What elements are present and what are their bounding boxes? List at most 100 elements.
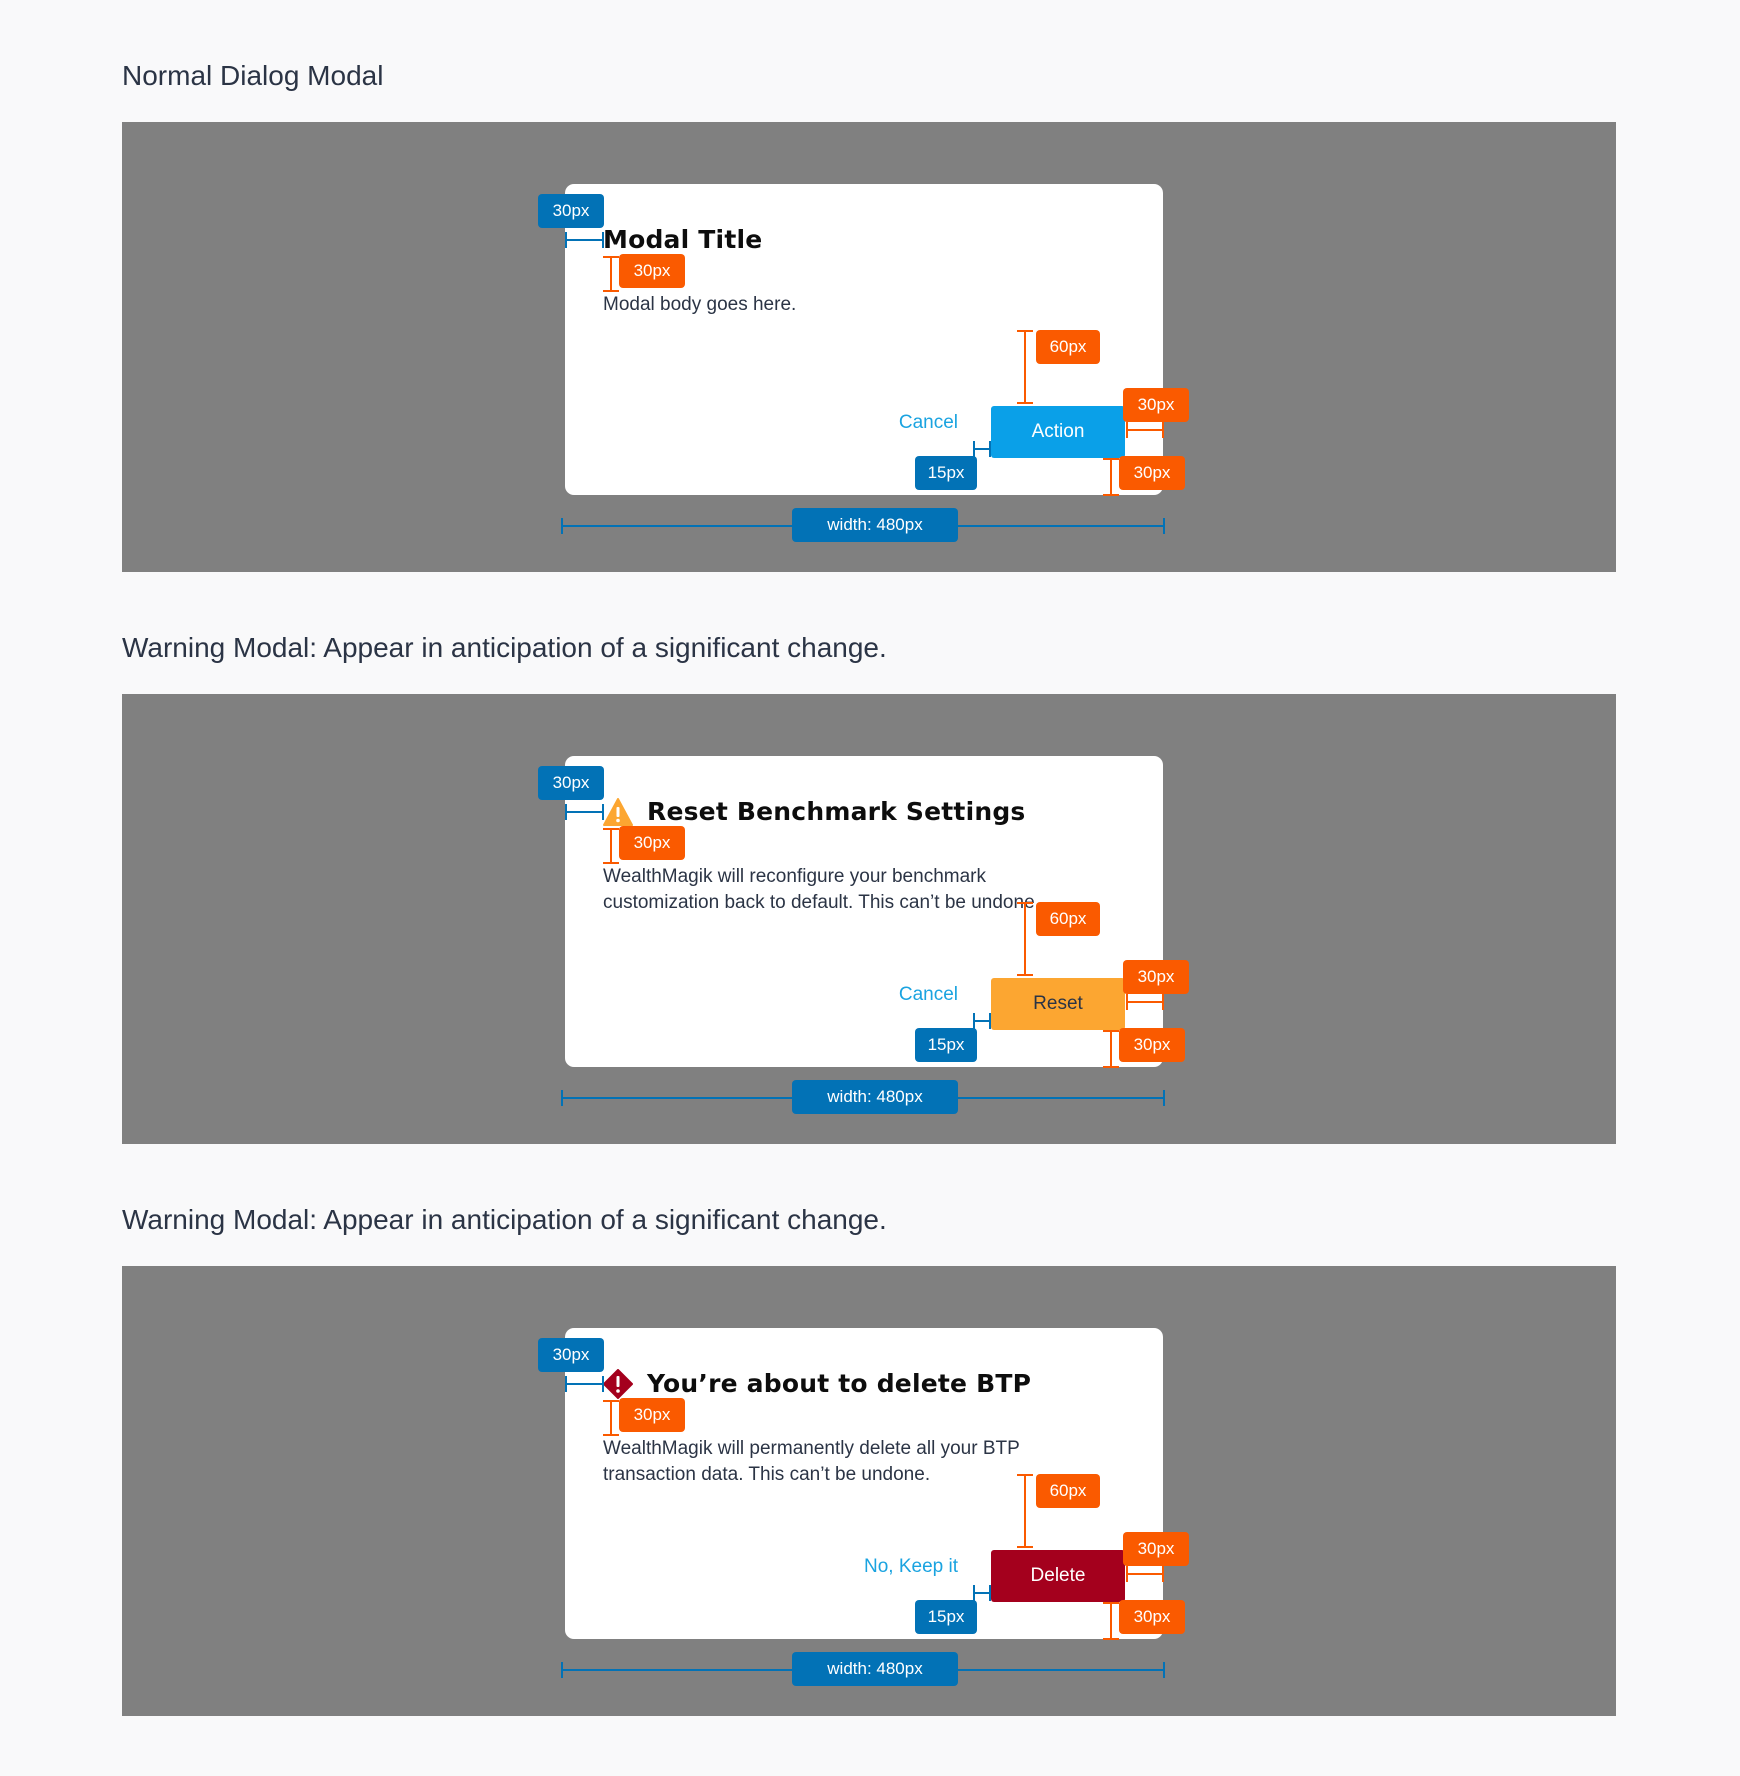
width-tag: width: 480px xyxy=(792,1652,958,1686)
title-gap-line xyxy=(610,828,612,864)
left-padding-tag: 30px xyxy=(538,766,604,800)
title-gap-tag: 30px xyxy=(619,1398,685,1432)
left-padding-tick xyxy=(565,804,567,820)
right-padding-tag: 30px xyxy=(1123,1532,1189,1566)
modal-stage: Reset Benchmark Settings WealthMagik wil… xyxy=(122,694,1616,1144)
left-padding-line xyxy=(565,1383,603,1385)
right-padding-tick xyxy=(1126,422,1128,438)
section-heading: Normal Dialog Modal xyxy=(122,60,384,91)
bottom-padding-tick xyxy=(1103,1602,1119,1604)
title-gap-tick xyxy=(603,828,619,830)
title-gap-tag: 30px xyxy=(619,826,685,860)
button-top-gap-tick xyxy=(1017,330,1033,332)
left-padding-line xyxy=(565,239,603,241)
modal-body: WealthMagik will reconfigure your benchm… xyxy=(603,866,1040,913)
button-gap-tick xyxy=(973,441,975,457)
button-top-gap-tick xyxy=(1017,402,1033,404)
button-top-gap-line xyxy=(1024,902,1026,976)
modal-body: WealthMagik will permanently delete all … xyxy=(603,1438,1020,1485)
width-tick xyxy=(1163,1090,1165,1106)
button-gap-tick xyxy=(989,1013,991,1029)
title-gap-tick xyxy=(603,1434,619,1436)
right-padding-line xyxy=(1126,1001,1164,1003)
left-padding-tag: 30px xyxy=(538,194,604,228)
modal-stage: You’re about to delete BTP WealthMagik w… xyxy=(122,1266,1616,1716)
left-padding-tag: 30px xyxy=(538,1338,604,1372)
right-padding-tick xyxy=(1162,422,1164,438)
left-padding-tick xyxy=(602,804,604,820)
cancel-button[interactable]: Cancel xyxy=(899,980,958,1010)
title-gap-tick xyxy=(603,290,619,292)
bottom-padding-tag: 30px xyxy=(1119,1600,1185,1634)
title-gap-tick xyxy=(603,1400,619,1402)
button-top-gap-tick xyxy=(1017,1474,1033,1476)
danger-diamond-icon xyxy=(603,1369,633,1399)
width-tick xyxy=(1163,1662,1165,1678)
button-gap-tag: 15px xyxy=(915,1028,977,1062)
right-padding-tick xyxy=(1162,1566,1164,1582)
title-gap-tick xyxy=(603,862,619,864)
modal-title-text: You’re about to delete BTP xyxy=(647,1369,1032,1398)
button-top-gap-line xyxy=(1024,1474,1026,1548)
right-padding-tick xyxy=(1126,1566,1128,1582)
right-padding-tag: 30px xyxy=(1123,388,1189,422)
left-padding-tick xyxy=(602,232,604,248)
warning-triangle-icon xyxy=(603,798,633,826)
button-top-gap-tag: 60px xyxy=(1036,902,1100,936)
button-top-gap-tag: 60px xyxy=(1036,1474,1100,1508)
left-padding-tick xyxy=(602,1376,604,1392)
bottom-padding-line xyxy=(1110,458,1112,496)
modal-stage: Modal Title Modal body goes here. Cancel… xyxy=(122,122,1616,572)
modal-title-text: Reset Benchmark Settings xyxy=(647,797,1026,826)
title-gap-line xyxy=(610,256,612,292)
button-gap-tick xyxy=(973,1585,975,1601)
width-tick xyxy=(561,1662,563,1678)
bottom-padding-tick xyxy=(1103,494,1119,496)
bottom-padding-tick xyxy=(1103,1638,1119,1640)
button-gap-tick xyxy=(973,1013,975,1029)
modal-title-text: Modal Title xyxy=(603,225,763,254)
title-gap-tag: 30px xyxy=(619,254,685,288)
section-heading: Warning Modal: Appear in anticipation of… xyxy=(122,632,887,663)
button-top-gap-line xyxy=(1024,330,1026,404)
bottom-padding-line xyxy=(1110,1602,1112,1640)
modal-title: Reset Benchmark Settings xyxy=(603,794,1026,830)
right-padding-line xyxy=(1126,429,1164,431)
button-top-gap-tick xyxy=(1017,1546,1033,1548)
modal-body: Modal body goes here. xyxy=(603,294,797,315)
button-top-gap-tick xyxy=(1017,902,1033,904)
width-tag: width: 480px xyxy=(792,508,958,542)
width-tick xyxy=(561,518,563,534)
keep-button[interactable]: No, Keep it xyxy=(864,1552,958,1582)
bottom-padding-tick xyxy=(1103,458,1119,460)
right-padding-line xyxy=(1126,1573,1164,1575)
bottom-padding-line xyxy=(1110,1030,1112,1068)
modal-title: Modal Title xyxy=(603,222,762,258)
width-tick xyxy=(1163,518,1165,534)
right-padding-tick xyxy=(1162,994,1164,1010)
width-tick xyxy=(561,1090,563,1106)
section-heading: Warning Modal: Appear in anticipation of… xyxy=(122,1204,887,1235)
button-gap-tick xyxy=(989,1585,991,1601)
button-top-gap-tag: 60px xyxy=(1036,330,1100,364)
right-padding-tick xyxy=(1126,994,1128,1010)
width-tag: width: 480px xyxy=(792,1080,958,1114)
button-gap-tag: 15px xyxy=(915,456,977,490)
title-gap-line xyxy=(610,1400,612,1436)
bottom-padding-tick xyxy=(1103,1030,1119,1032)
modal-title: You’re about to delete BTP xyxy=(603,1366,1031,1402)
bottom-padding-tag: 30px xyxy=(1119,456,1185,490)
action-button[interactable]: Action xyxy=(991,406,1125,458)
right-padding-tag: 30px xyxy=(1123,960,1189,994)
delete-button[interactable]: Delete xyxy=(991,1550,1125,1602)
reset-button[interactable]: Reset xyxy=(991,978,1125,1030)
button-gap-tick xyxy=(989,441,991,457)
left-padding-line xyxy=(565,811,603,813)
bottom-padding-tag: 30px xyxy=(1119,1028,1185,1062)
left-padding-tick xyxy=(565,232,567,248)
cancel-button[interactable]: Cancel xyxy=(899,408,958,438)
left-padding-tick xyxy=(565,1376,567,1392)
button-gap-tag: 15px xyxy=(915,1600,977,1634)
bottom-padding-tick xyxy=(1103,1066,1119,1068)
button-top-gap-tick xyxy=(1017,974,1033,976)
